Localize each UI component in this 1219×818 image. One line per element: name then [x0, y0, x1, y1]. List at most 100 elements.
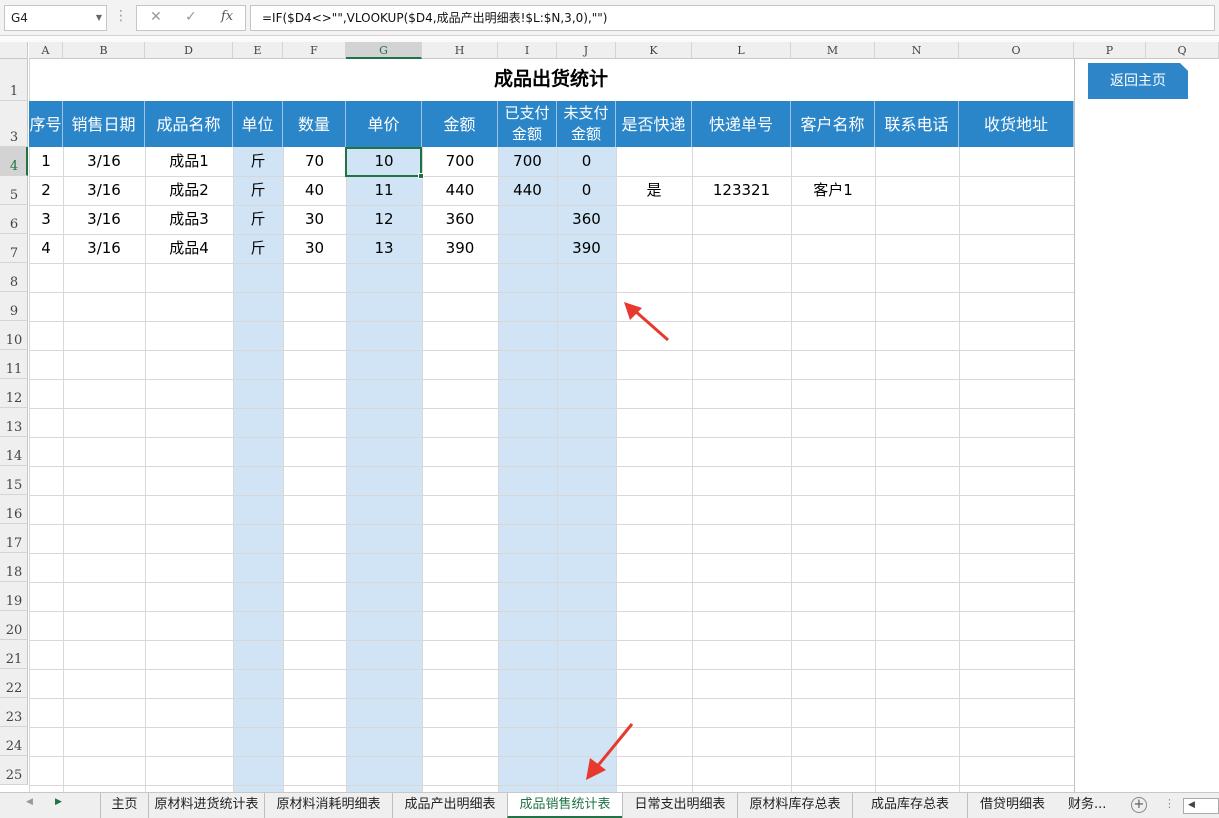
- column-header-i[interactable]: I: [498, 42, 557, 59]
- table-header-cell[interactable]: 成品名称: [145, 101, 233, 147]
- table-cell[interactable]: 390: [422, 234, 498, 263]
- table-cell[interactable]: 700: [422, 147, 498, 176]
- column-header-f[interactable]: F: [283, 42, 346, 59]
- column-header-b[interactable]: B: [63, 42, 145, 59]
- sheet-tab[interactable]: 主页: [100, 793, 148, 818]
- table-cell[interactable]: 70: [283, 147, 346, 176]
- row-header-19[interactable]: 19: [0, 582, 28, 611]
- table-cell[interactable]: 123321: [692, 176, 791, 205]
- table-cell[interactable]: 斤: [233, 205, 283, 234]
- column-header-a[interactable]: A: [29, 42, 63, 59]
- row-header-6[interactable]: 6: [0, 205, 28, 234]
- table-header-cell[interactable]: 金额: [422, 101, 498, 147]
- row-header-11[interactable]: 11: [0, 350, 28, 379]
- column-header-n[interactable]: N: [875, 42, 959, 59]
- column-header-k[interactable]: K: [616, 42, 692, 59]
- table-header-cell[interactable]: 销售日期: [63, 101, 145, 147]
- table-cell[interactable]: 12: [346, 205, 422, 234]
- table-cell[interactable]: [875, 176, 959, 205]
- row-header-18[interactable]: 18: [0, 553, 28, 582]
- table-cell[interactable]: [959, 205, 1074, 234]
- return-home-button[interactable]: 返回主页: [1088, 63, 1188, 99]
- sheet-tab[interactable]: 借贷明细表: [967, 793, 1057, 818]
- row-header-25[interactable]: 25: [0, 756, 28, 785]
- table-cell[interactable]: 0: [557, 176, 616, 205]
- table-cell[interactable]: 斤: [233, 176, 283, 205]
- table-cell[interactable]: [875, 147, 959, 176]
- table-header-cell[interactable]: 收货地址: [959, 101, 1074, 147]
- table-header-cell[interactable]: 是否快递: [616, 101, 692, 147]
- sheet-tab[interactable]: 日常支出明细表: [622, 793, 737, 818]
- table-header-cell[interactable]: 快递单号: [692, 101, 791, 147]
- table-cell[interactable]: 440: [498, 176, 557, 205]
- table-cell[interactable]: 成品3: [145, 205, 233, 234]
- sheet-tab[interactable]: 原材料进货统计表: [148, 793, 264, 818]
- table-cell[interactable]: 2: [29, 176, 63, 205]
- cancel-icon[interactable]: ✕: [150, 9, 162, 25]
- scroll-left-icon[interactable]: ◀: [1188, 800, 1195, 810]
- fill-handle[interactable]: [418, 173, 424, 179]
- table-cell[interactable]: 3/16: [63, 147, 145, 176]
- table-cell[interactable]: [791, 234, 875, 263]
- more-options-icon[interactable]: ⋮: [1164, 797, 1175, 810]
- row-header-21[interactable]: 21: [0, 640, 28, 669]
- table-cell[interactable]: 3/16: [63, 176, 145, 205]
- table-cell[interactable]: [959, 147, 1074, 176]
- sheet-tab[interactable]: 成品产出明细表: [392, 793, 507, 818]
- row-header-9[interactable]: 9: [0, 292, 28, 321]
- row-header-10[interactable]: 10: [0, 321, 28, 350]
- column-header-g[interactable]: G: [346, 42, 422, 59]
- table-cell[interactable]: 40: [283, 176, 346, 205]
- row-header-22[interactable]: 22: [0, 669, 28, 698]
- sheet-tab[interactable]: 成品销售统计表: [507, 793, 622, 818]
- table-cell[interactable]: [959, 176, 1074, 205]
- table-cell[interactable]: [616, 205, 692, 234]
- table-cell[interactable]: 30: [283, 205, 346, 234]
- table-cell[interactable]: 700: [498, 147, 557, 176]
- row-header-7[interactable]: 7: [0, 234, 28, 263]
- add-sheet-button[interactable]: +: [1131, 797, 1147, 813]
- table-cell[interactable]: 0: [557, 147, 616, 176]
- table-header-cell[interactable]: 数量: [283, 101, 346, 147]
- column-header-q[interactable]: Q: [1146, 42, 1219, 59]
- table-cell[interactable]: [692, 234, 791, 263]
- table-cell[interactable]: [959, 234, 1074, 263]
- row-header-5[interactable]: 5: [0, 176, 28, 205]
- table-cell[interactable]: 360: [422, 205, 498, 234]
- table-header-cell[interactable]: 联系电话: [875, 101, 959, 147]
- table-cell[interactable]: 是: [616, 176, 692, 205]
- table-cell[interactable]: [692, 205, 791, 234]
- sheet-tab[interactable]: 原材料库存总表: [737, 793, 852, 818]
- active-cell-selection[interactable]: [345, 147, 424, 179]
- table-cell[interactable]: 1: [29, 147, 63, 176]
- column-header-p[interactable]: P: [1074, 42, 1146, 59]
- horizontal-scrollbar[interactable]: ◀: [1183, 798, 1219, 814]
- table-cell[interactable]: [875, 234, 959, 263]
- column-header-e[interactable]: E: [233, 42, 283, 59]
- row-header-15[interactable]: 15: [0, 466, 28, 495]
- table-cell[interactable]: 390: [557, 234, 616, 263]
- table-cell[interactable]: 13: [346, 234, 422, 263]
- tab-more[interactable]: 财务...: [1068, 793, 1106, 818]
- formula-input[interactable]: =IF($D4<>"",VLOOKUP($D4,成品产出明细表!$L:$N,3,…: [250, 5, 1215, 31]
- more-options-icon[interactable]: ⋮: [114, 8, 128, 24]
- table-cell[interactable]: 成品1: [145, 147, 233, 176]
- insert-function-icon[interactable]: fx: [221, 9, 233, 24]
- table-header-cell[interactable]: 序号: [29, 101, 63, 147]
- row-header-13[interactable]: 13: [0, 408, 28, 437]
- worksheet-grid[interactable]: ABDEFGHIJKLMNOPQ 1 3 4 5 6 7 8 9 10 11 12 13 14 15 16 1…: [0, 36, 1219, 792]
- row-header-23[interactable]: 23: [0, 698, 28, 727]
- row-header-8[interactable]: 8: [0, 263, 28, 292]
- table-cell[interactable]: 成品4: [145, 234, 233, 263]
- column-header-m[interactable]: M: [791, 42, 875, 59]
- table-header-cell[interactable]: 已支付 金额: [498, 101, 557, 147]
- table-cell[interactable]: [791, 205, 875, 234]
- table-cell[interactable]: 440: [422, 176, 498, 205]
- table-cell[interactable]: [498, 234, 557, 263]
- table-cell[interactable]: 客户1: [791, 176, 875, 205]
- row-header-16[interactable]: 16: [0, 495, 28, 524]
- row-header-1[interactable]: 1: [0, 59, 28, 101]
- row-header-12[interactable]: 12: [0, 379, 28, 408]
- row-header-20[interactable]: 20: [0, 611, 28, 640]
- table-header-cell[interactable]: 未支付 金额: [557, 101, 616, 147]
